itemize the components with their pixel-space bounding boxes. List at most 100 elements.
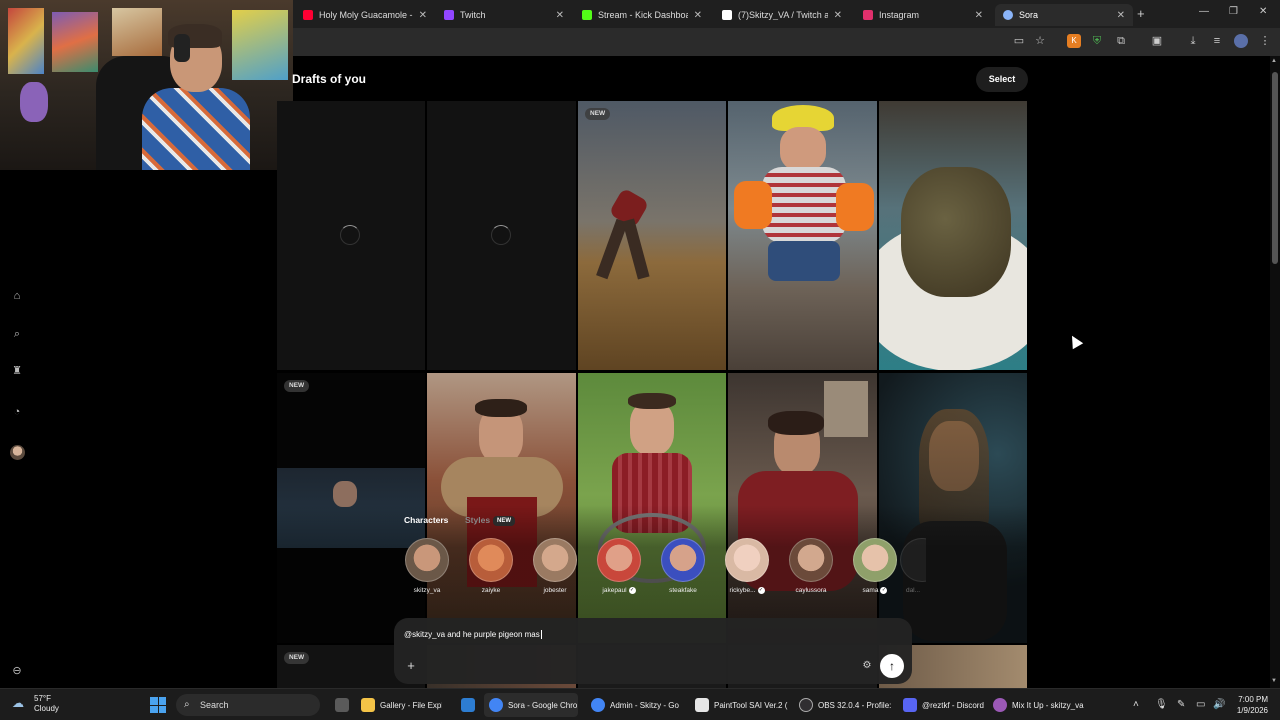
character-jakepaul[interactable]: jakepaul ✓ (596, 538, 642, 594)
taskbar-search[interactable]: ⌕ Search (176, 694, 320, 716)
character-name-text: rickybe... (729, 587, 756, 595)
character-name-text: jakepaul (602, 587, 627, 595)
draft-tile-loading[interactable] (277, 101, 425, 370)
trophy-icon[interactable]: ♜ (10, 364, 24, 378)
task-view-icon (335, 698, 349, 712)
settings-icon[interactable]: ⊖ (10, 664, 24, 678)
shield-icon[interactable]: ⛨ (1090, 34, 1104, 48)
microphone-icon[interactable]: 🎙 (1155, 699, 1168, 710)
minimize-icon[interactable]: — (1199, 6, 1209, 17)
restore-icon[interactable]: ❐ (1229, 6, 1238, 17)
character-name: cayluss​ora (795, 587, 827, 594)
character-zaiyke[interactable]: zaiyke (468, 538, 514, 594)
armband (836, 183, 874, 231)
search-icon: ⌕ (184, 699, 190, 710)
character-caylussora[interactable]: cayluss​ora (788, 538, 834, 594)
tab-sora[interactable]: Sora ✕ (995, 4, 1133, 26)
close-icon[interactable]: ✕ (834, 10, 842, 21)
character-jobester[interactable]: jobester (532, 538, 578, 594)
select-button[interactable]: Select (976, 67, 1028, 92)
draft-tile[interactable] (728, 101, 877, 370)
painttool-icon (695, 698, 709, 712)
avatar (469, 538, 513, 582)
taskbar-app-painttool[interactable]: PaintTool SAI Ver.2 ( (690, 693, 790, 717)
kick-icon (582, 10, 592, 20)
taskbar-app-discord[interactable]: @reztkf - Discord (898, 693, 984, 717)
tab-styles[interactable]: Styles (465, 515, 490, 525)
cast-icon[interactable]: ▭ (1012, 34, 1026, 48)
pen-icon[interactable]: ✎ (1177, 699, 1185, 710)
plush-toy (20, 82, 48, 122)
prompt-input[interactable]: @skitzy_va and he purple pigeon mas (404, 630, 542, 640)
character-dal[interactable]: dal... (900, 538, 926, 594)
media-icon[interactable]: ≡ (1210, 34, 1224, 48)
tab-twitch[interactable]: Twitch ✕ (436, 4, 572, 26)
tab-characters[interactable]: Characters (404, 515, 448, 525)
tiktok-icon (722, 10, 732, 20)
weather-widget[interactable]: ☁ 57°F Cloudy (12, 694, 59, 714)
striped-shirt (762, 167, 846, 243)
scroll-up-icon[interactable]: ▲ (1271, 58, 1277, 64)
windows-start-icon[interactable] (150, 697, 166, 713)
close-icon[interactable]: ✕ (975, 10, 983, 21)
extension-icon[interactable]: K (1067, 34, 1081, 48)
taskbar-app-chrome-admin[interactable]: Admin - Skitzy - Go (586, 693, 684, 717)
character-sama[interactable]: sama ✓ (852, 538, 898, 594)
close-icon[interactable]: ✕ (1259, 6, 1267, 17)
search-icon[interactable]: ⌕ (10, 327, 24, 341)
avatar[interactable] (10, 445, 25, 460)
task-view-icon[interactable] (330, 693, 352, 717)
plus-icon[interactable]: + (1137, 6, 1145, 21)
avatar (661, 538, 705, 582)
tab-title: (7)Skitzy_VA / Twitch and (738, 10, 828, 20)
puzzle-icon[interactable]: ⧉ (1114, 34, 1128, 48)
chevron-up-icon[interactable]: ˄ (1133, 699, 1139, 710)
home-icon[interactable]: ⌂ (10, 289, 24, 303)
character-name: dal... (905, 587, 921, 594)
tab-tiktok[interactable]: (7)Skitzy_VA / Twitch and ✕ (714, 4, 850, 26)
star-icon[interactable]: ☆ (1033, 34, 1047, 48)
tab-instagram[interactable]: Instagram ✕ (855, 4, 991, 26)
bell-icon[interactable]: ◔ (10, 405, 24, 419)
taskbar-app-label: OBS 32.0.4 - Profile: (818, 700, 892, 710)
avatar (405, 538, 449, 582)
text-caret (540, 630, 542, 640)
scroll-down-icon[interactable]: ▼ (1271, 678, 1277, 684)
arrow-up-icon[interactable]: ↑ (880, 654, 904, 678)
character-skitzy-va[interactable]: skitzy_va (404, 538, 450, 594)
photos-icon[interactable] (456, 693, 478, 717)
character-steakfake[interactable]: steakfake (660, 538, 706, 594)
streamer-shirt (142, 88, 250, 170)
taskbar-app-label: Mix It Up - skitzy_va (1012, 700, 1084, 710)
sliders-icon[interactable]: ⚙ (860, 659, 874, 673)
close-icon[interactable]: ✕ (419, 10, 427, 21)
profile-icon[interactable] (1234, 34, 1248, 48)
monitor-icon[interactable]: ▭ (1196, 699, 1205, 710)
tab-title: Instagram (879, 10, 920, 20)
system-clock[interactable]: 7:00 PM 1/9/2026 (1222, 694, 1268, 716)
instagram-icon (863, 10, 873, 20)
character-name: sama ✓ (852, 587, 898, 594)
draft-tile[interactable] (879, 101, 1027, 370)
character-name: skitzy_va (413, 587, 441, 594)
close-icon[interactable]: ✕ (1117, 10, 1125, 21)
download-icon[interactable]: ⤓ (1186, 34, 1200, 48)
avatar (789, 538, 833, 582)
scrollbar-thumb[interactable] (1272, 72, 1278, 264)
taskbar-app-chrome[interactable]: Sora - Google Chro (484, 693, 578, 717)
tab-kick[interactable]: Stream - Kick Dashboard ✕ (574, 4, 710, 26)
taskbar-app-mixitup[interactable]: Mix It Up - skitzy_va (988, 693, 1088, 717)
draft-tile-loading[interactable] (427, 101, 576, 370)
plus-icon[interactable]: + (404, 659, 418, 673)
sidepanel-icon[interactable]: ▣ (1150, 34, 1164, 48)
overalls (768, 241, 840, 281)
taskbar-app-file-explorer[interactable]: Gallery - File Explo (356, 693, 442, 717)
tab-title: Twitch (460, 10, 486, 20)
character-rickybe[interactable]: rickybe... ✓ (724, 538, 770, 594)
close-icon[interactable]: ✕ (556, 10, 564, 21)
close-icon[interactable]: ✕ (694, 10, 702, 21)
menu-icon[interactable]: ⋮ (1258, 34, 1272, 48)
draft-tile[interactable]: NEW (578, 101, 726, 370)
tab-youtube[interactable]: Holy Moly Guacamole - Y ✕ (295, 4, 435, 26)
taskbar-app-obs[interactable]: OBS 32.0.4 - Profile: (794, 693, 894, 717)
